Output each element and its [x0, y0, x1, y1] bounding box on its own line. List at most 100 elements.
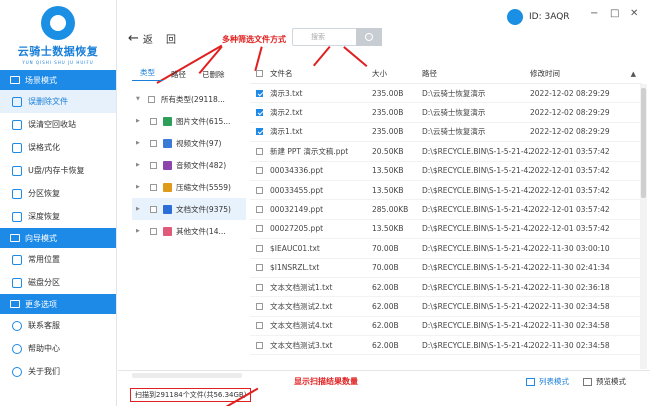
sidebar-item-2-1[interactable]: 帮助中心 [0, 337, 116, 360]
expand-icon[interactable]: ▶ [136, 228, 144, 234]
table-row[interactable]: 演示1.txt 235.00B D:\云骑士恢复演示 2022-12-02 08… [250, 123, 642, 143]
row-checkbox[interactable] [250, 244, 270, 252]
tree-item[interactable]: ▶ 其他文件(14... [132, 220, 246, 242]
tree-checkbox[interactable] [150, 227, 157, 235]
sidebar-item-label: 误清空回收站 [28, 120, 76, 129]
row-checkbox[interactable] [250, 264, 270, 272]
sidebar-item-1-0[interactable]: 常用位置 [0, 248, 116, 271]
table-row[interactable]: 文本文档测试2.txt 62.00B D:\$RECYCLE.BIN\S-1-5… [250, 297, 642, 317]
tree-item[interactable]: ▶ 图片文件(615... [132, 110, 246, 132]
sidebar-item-2-0[interactable]: 联系客服 [0, 314, 116, 337]
back-button[interactable]: ← 返 [128, 31, 153, 46]
user-area[interactable]: ID: 3AQR [507, 9, 570, 25]
sidebar-item-1-1[interactable]: 磁盘分区 [0, 271, 116, 294]
tab-path[interactable]: 路径 [163, 69, 194, 80]
checkbox-icon [256, 225, 263, 233]
format-icon [12, 142, 22, 153]
sidebar-item-0-0[interactable]: 误删除文件 [0, 90, 116, 113]
tree-checkbox[interactable] [150, 117, 157, 125]
expand-icon[interactable]: ▼ [136, 96, 144, 102]
table-row[interactable]: 00033455.ppt 13.50KB D:\$RECYCLE.BIN\S-1… [250, 181, 642, 201]
table-row[interactable]: $I1NSRZL.txt 70.00B D:\$RECYCLE.BIN\S-1-… [250, 259, 642, 278]
sidebar-item-0-1[interactable]: 误清空回收站 [0, 113, 116, 136]
logo: 云骑士数据恢复 YUN QISHI SHU JU HUIFU [0, 0, 116, 70]
table-scrollbar[interactable] [640, 84, 647, 369]
tree-item[interactable]: ▼ 所有类型(29118... [132, 88, 246, 110]
tree-checkbox[interactable] [150, 161, 157, 169]
expand-icon[interactable]: ▶ [136, 140, 144, 146]
sidebar-item-label: 帮助中心 [28, 344, 60, 353]
preview-mode-button[interactable]: 预览模式 [583, 376, 626, 387]
table-row[interactable]: $IEAUC01.txt 70.00B D:\$RECYCLE.BIN\S-1-… [250, 239, 642, 259]
expand-icon[interactable]: ▶ [136, 162, 144, 168]
list-mode-button[interactable]: 列表模式 [526, 376, 569, 387]
help-icon [12, 343, 22, 354]
sidebar-item-0-3[interactable]: U盘/内存卡恢复 [0, 159, 116, 182]
tab-deleted[interactable]: 已删除 [194, 69, 233, 80]
sidebar-item-0-4[interactable]: 分区恢复 [0, 182, 116, 205]
sidebar-item-label: 误删除文件 [28, 97, 68, 106]
tree-checkbox[interactable] [148, 95, 155, 103]
row-checkbox[interactable] [250, 302, 270, 310]
close-button[interactable]: ✕ [630, 8, 638, 19]
row-checkbox[interactable] [250, 109, 270, 117]
table-row[interactable]: 00034336.ppt 13.50KB D:\$RECYCLE.BIN\S-1… [250, 162, 642, 181]
checkbox-icon [256, 167, 263, 175]
row-checkbox[interactable] [250, 206, 270, 214]
column-name[interactable]: 文件名 [270, 68, 372, 79]
partition-icon [12, 188, 22, 199]
sidebar-item-0-5[interactable]: 深度恢复 [0, 205, 116, 228]
tree-horizontal-scrollbar[interactable] [132, 373, 242, 378]
tree-checkbox[interactable] [150, 205, 157, 213]
select-all-checkbox[interactable] [250, 70, 270, 77]
table-row[interactable]: 文本文档测试3.txt 62.00B D:\$RECYCLE.BIN\S-1-5… [250, 336, 642, 356]
table-row[interactable]: 演示2.txt 235.00B D:\云骑士恢复演示 2022-12-02 08… [250, 103, 642, 123]
tree-checkbox[interactable] [150, 183, 157, 191]
app-subtitle: YUN QISHI SHU JU HUIFU [22, 60, 94, 65]
table-row[interactable]: 演示3.txt 235.00B D:\云骑士恢复演示 2022-12-02 08… [250, 84, 642, 104]
maximize-button[interactable]: □ [610, 8, 619, 19]
sidebar-item-0-2[interactable]: 误格式化 [0, 136, 116, 159]
row-checkbox[interactable] [250, 167, 270, 175]
row-checkbox[interactable] [250, 283, 270, 291]
search-button[interactable] [356, 28, 382, 46]
checkbox-icon [256, 264, 263, 272]
scrollbar-thumb[interactable] [641, 88, 646, 198]
tree-item[interactable]: ▶ 音频文件(482) [132, 154, 246, 176]
row-checkbox[interactable] [250, 322, 270, 330]
minimize-button[interactable]: − [590, 8, 598, 19]
table-row[interactable]: 00032149.ppt 285.00KB D:\$RECYCLE.BIN\S-… [250, 200, 642, 220]
file-modified-time: 2022-12-01 03:57:42 [530, 205, 610, 215]
tree-item[interactable]: ▶ 压缩文件(5559) [132, 176, 246, 198]
file-name: $IEAUC01.txt [270, 243, 320, 253]
column-path[interactable]: 路径 [422, 68, 530, 79]
tree-checkbox[interactable] [150, 139, 157, 147]
home-button[interactable]: 回 [166, 31, 176, 46]
sidebar-item-label: 分区恢复 [28, 189, 60, 198]
filter-tabs: 类型 路径 已删除 [132, 64, 244, 84]
table-row[interactable]: 文本文档测试1.txt 62.00B D:\$RECYCLE.BIN\S-1-5… [250, 278, 642, 298]
table-row[interactable]: 文本文档测试4.txt 62.00B D:\$RECYCLE.BIN\S-1-5… [250, 317, 642, 337]
table-row[interactable]: 新建 PPT 演示文稿.ppt 20.50KB D:\$RECYCLE.BIN\… [250, 142, 642, 162]
row-checkbox[interactable] [250, 147, 270, 155]
expand-icon[interactable]: ▶ [136, 118, 144, 124]
row-checkbox[interactable] [250, 186, 270, 194]
column-modified-time[interactable]: 修改时间 [530, 68, 630, 79]
checkbox-icon [256, 341, 263, 349]
checkbox-icon [256, 244, 263, 252]
column-size[interactable]: 大小 [372, 68, 422, 79]
table-row[interactable]: 00027205.ppt 13.50KB D:\$RECYCLE.BIN\S-1… [250, 220, 642, 240]
row-checkbox[interactable] [250, 89, 270, 97]
expand-icon[interactable]: ▶ [136, 206, 144, 212]
row-checkbox[interactable] [250, 341, 270, 349]
tab-type[interactable]: 类型 [132, 67, 163, 81]
row-checkbox[interactable] [250, 225, 270, 233]
row-checkbox[interactable] [250, 128, 270, 136]
expand-icon[interactable]: ▶ [136, 184, 144, 190]
tree-item[interactable]: ▶ 文档文件(9375) [132, 198, 246, 220]
sidebar-item-2-2[interactable]: 关于我们 [0, 360, 116, 383]
file-name: 演示2.txt [270, 108, 303, 118]
sort-asc-icon[interactable]: ▲ [631, 70, 636, 78]
file-name: 00032149.ppt [270, 205, 324, 215]
tree-item[interactable]: ▶ 视频文件(97) [132, 132, 246, 154]
